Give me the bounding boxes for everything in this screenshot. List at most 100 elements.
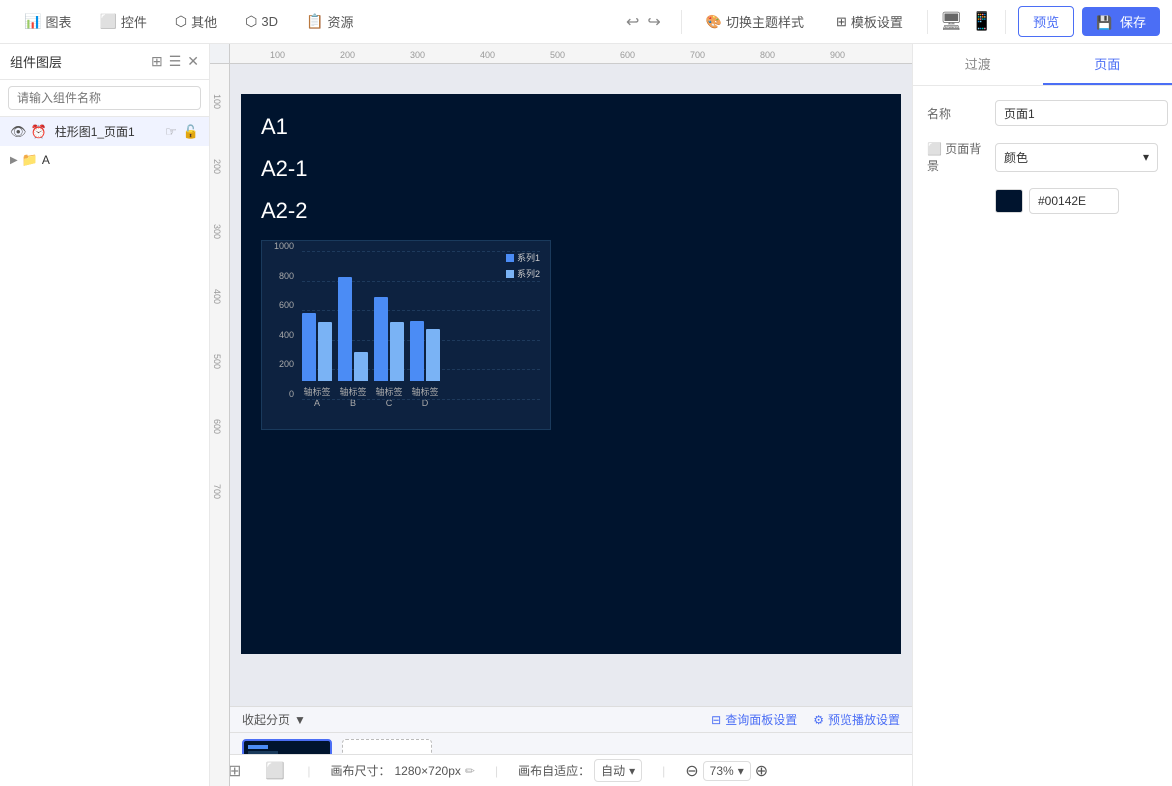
tab-page[interactable]: 页面 xyxy=(1043,44,1172,85)
chart-container[interactable]: 1000 800 600 400 200 0 xyxy=(261,240,551,430)
canvas-size-value: 1280×720px xyxy=(394,764,460,778)
ruler-horizontal: 100 200 300 400 500 600 700 800 900 xyxy=(230,44,912,64)
panel-search xyxy=(0,80,209,117)
y-label-200: 200 xyxy=(279,359,294,369)
legend-dot-1 xyxy=(506,254,514,262)
toolbar-3d-btn[interactable]: ⬡ 3D xyxy=(233,8,290,35)
zoom-minus-btn[interactable]: ⊖ xyxy=(685,761,698,781)
theme-icon: 🎨 xyxy=(706,14,722,30)
ruler-vertical: 100 200 300 400 500 600 700 xyxy=(210,64,230,786)
name-input[interactable] xyxy=(995,100,1168,126)
query-panel-btn[interactable]: ⊟ 查询面板设置 xyxy=(711,711,797,728)
collapse-label: 收起分页 xyxy=(242,711,290,728)
template-settings-btn[interactable]: ⊞ 模板设置 xyxy=(824,7,915,36)
name-label: 名称 xyxy=(927,105,987,122)
preview-play-btn[interactable]: ⚙ 预览播放设置 xyxy=(813,711,900,728)
bar-b2 xyxy=(354,352,368,381)
toolbar-controls-btn[interactable]: ⬜ 控件 xyxy=(87,7,158,36)
lock-icon[interactable]: 🔓 xyxy=(183,124,199,140)
divider3 xyxy=(1005,10,1006,34)
undo-redo-group: ↩ ↪ xyxy=(626,12,661,32)
3d-icon: ⬡ xyxy=(245,13,257,30)
canvas-size-label: 画布尺寸： xyxy=(330,762,390,779)
bar-group-d xyxy=(410,321,440,381)
chart-inner: 1000 800 600 400 200 0 xyxy=(262,241,550,429)
zoom-plus-btn[interactable]: ⊕ xyxy=(755,761,768,781)
layer-name: 柱形图1_页面1 xyxy=(55,123,159,140)
ruler-tick-h-600: 600 xyxy=(620,50,635,60)
canvas-adapt-select[interactable]: 自动 ▾ xyxy=(594,759,642,782)
panel-icon-list[interactable]: ☰ xyxy=(169,53,182,70)
bg-type-value: 颜色 xyxy=(1004,149,1028,166)
ruler-tick-v-700: 700 xyxy=(212,484,222,499)
ruler-tick-v-500: 500 xyxy=(212,354,222,369)
bg-icon: ⬜ xyxy=(927,142,942,156)
toolbar-charts-btn[interactable]: 📊 图表 xyxy=(12,7,83,36)
other-icon: ⬡ xyxy=(175,13,187,30)
panel-icon-grid[interactable]: ⊞ xyxy=(151,53,163,70)
legend-item-2: 系列2 xyxy=(506,267,540,280)
collapse-btn[interactable]: 收起分页 ▼ xyxy=(242,711,306,728)
toolbar-right: ↩ ↪ 🎨 切换主题样式 ⊞ 模板设置 🖥 📱 预览 💾 保存 xyxy=(618,6,1160,37)
panel-title: 组件图层 xyxy=(10,52,62,71)
color-row xyxy=(927,188,1158,214)
toolbar: 📊 图表 ⬜ 控件 ⬡ 其他 ⬡ 3D 📋 资源 ↩ ↪ 🎨 切换主题样式 ⊞ … xyxy=(0,0,1172,44)
save-btn[interactable]: 💾 保存 xyxy=(1082,7,1160,36)
switch-theme-btn[interactable]: 🎨 切换主题样式 xyxy=(694,7,816,36)
color-input[interactable] xyxy=(1029,188,1119,214)
color-swatch[interactable] xyxy=(995,189,1023,213)
tab-transition[interactable]: 过渡 xyxy=(913,44,1043,85)
preview-btn[interactable]: 预览 xyxy=(1018,6,1074,37)
bar-group-a xyxy=(302,313,332,381)
chart-icon: 📊 xyxy=(24,13,41,30)
undo-btn[interactable]: ↩ xyxy=(626,12,639,32)
main-layout: 组件图层 ⊞ ☰ ✕ 👁 ⏰ 柱形图1_页面1 ☞ 🔓 ▶ 📁 A xyxy=(0,44,1172,786)
y-label-600: 600 xyxy=(279,300,294,310)
filter-icon: ⊟ xyxy=(711,713,721,727)
search-input[interactable] xyxy=(8,86,201,110)
zoom-chevron-icon: ▾ xyxy=(738,764,744,778)
layer-icons: 👁 ⏰ xyxy=(10,124,47,140)
canvas-scroll[interactable]: A1 A2-1 A2-2 xyxy=(230,64,912,706)
ruler-tick-v-400: 400 xyxy=(212,289,222,304)
panel-close-icon[interactable]: ✕ xyxy=(187,53,199,70)
y-label-800: 800 xyxy=(279,271,294,281)
bar-a2 xyxy=(318,322,332,381)
folder-arrow: ▶ xyxy=(10,155,18,166)
ruler-tick-v-600: 600 xyxy=(212,419,222,434)
collapse-arrow: ▼ xyxy=(294,713,306,727)
canvas-adapt-item: 画布自适应： 自动 ▾ xyxy=(518,759,642,782)
bg-type-select[interactable]: 颜色 ▾ xyxy=(995,143,1158,172)
toolbar-other-btn[interactable]: ⬡ 其他 xyxy=(163,7,229,36)
y-label-1000: 1000 xyxy=(274,241,294,251)
mobile-icon[interactable]: 📱 xyxy=(971,11,993,32)
name-row: 名称 xyxy=(927,100,1158,126)
layer-item[interactable]: 👁 ⏰ 柱形图1_页面1 ☞ 🔓 xyxy=(0,117,209,146)
canvas-text-a2-1: A2-1 xyxy=(261,156,881,182)
ruler-tick-v-300: 300 xyxy=(212,224,222,239)
monitor-icon[interactable]: 🖥 xyxy=(940,11,963,32)
zoom-item: ⊖ 73% ▾ ⊕ xyxy=(685,761,768,781)
ruler-tick-h-200: 200 xyxy=(340,50,355,60)
visibility-icon[interactable]: 👁 xyxy=(10,124,27,140)
redo-btn[interactable]: ↪ xyxy=(647,12,660,32)
bg-row: ⬜ 页面背景 颜色 ▾ xyxy=(927,140,1158,174)
frames-btn[interactable]: ⬜ xyxy=(263,759,287,783)
bottom-actions: ⊟ 查询面板设置 ⚙ 预览播放设置 xyxy=(711,711,900,728)
canvas-adapt-value: 自动 xyxy=(601,762,625,779)
canvas-text-a1: A1 xyxy=(261,114,881,140)
controls-icon: ⬜ xyxy=(99,13,116,30)
panel-header-icons: ⊞ ☰ ✕ xyxy=(151,53,199,70)
ruler-tick-h-500: 500 xyxy=(550,50,565,60)
left-panel: 组件图层 ⊞ ☰ ✕ 👁 ⏰ 柱形图1_页面1 ☞ 🔓 ▶ 📁 A xyxy=(0,44,210,786)
bar-a1 xyxy=(302,313,316,381)
folder-item[interactable]: ▶ 📁 A xyxy=(0,146,209,174)
bar-c2 xyxy=(390,322,404,381)
chart-bars xyxy=(302,251,540,381)
toolbar-resources-btn[interactable]: 📋 资源 xyxy=(294,7,365,36)
template-icon: ⊞ xyxy=(836,14,847,30)
edit-icon[interactable]: ✏ xyxy=(465,764,475,778)
ruler-corner xyxy=(210,44,230,64)
legend-item-1: 系列1 xyxy=(506,251,540,264)
zoom-select[interactable]: 73% ▾ xyxy=(703,761,751,781)
